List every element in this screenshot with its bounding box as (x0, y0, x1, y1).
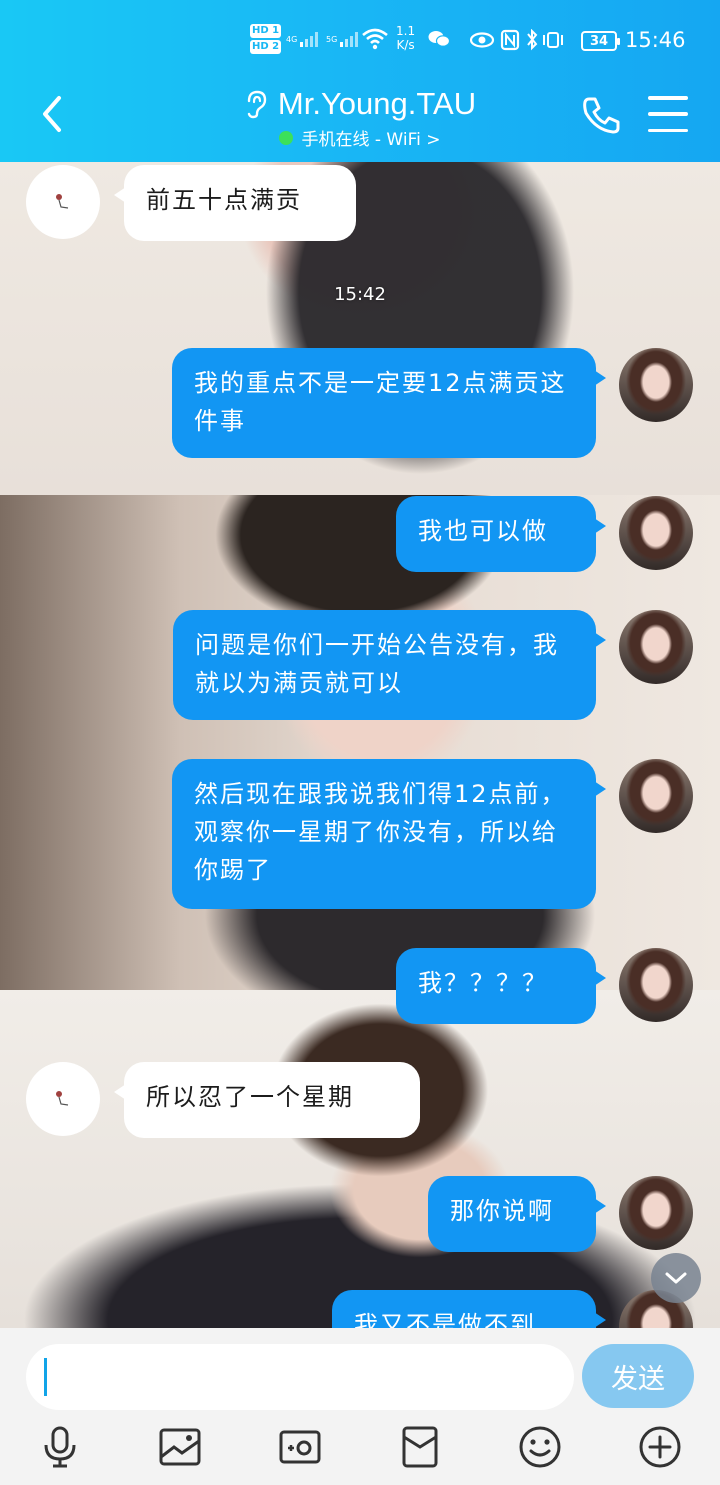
message-bubble[interactable]: 所以忍了一个星期 (114, 1062, 420, 1138)
chat-header: HD 1 HD 2 4G 5G 1.1 K/s 34 15:46 Mr.Youn… (0, 0, 720, 162)
rose-icon (56, 1091, 69, 1106)
chat-message-list[interactable]: 前五十点满贡 15:42 我的重点不是一定要12点满贡这件事 我也可以做 问题是… (0, 162, 720, 1328)
system-status-icons (470, 29, 580, 51)
emoji-button[interactable] (517, 1424, 563, 1470)
my-avatar[interactable] (619, 1176, 693, 1250)
wechat-icon (428, 30, 450, 48)
message-bubble[interactable]: 前五十点满贡 (114, 165, 356, 241)
message-bubble[interactable]: 问题是你们一开始公告没有，我就以为满贡就可以 (173, 610, 606, 720)
online-status-text[interactable]: 手机在线 - WiFi > (301, 125, 440, 150)
red-packet-button[interactable] (397, 1424, 443, 1470)
image-icon (159, 1428, 201, 1466)
online-status-dot (279, 130, 294, 145)
signal-icon-2: 5G (326, 30, 361, 48)
menu-line (648, 128, 688, 132)
message-bubble[interactable]: 我？？？？ (396, 948, 606, 1024)
plus-icon (639, 1426, 681, 1468)
battery-icon: 34 (581, 31, 620, 51)
sim1-badge: HD 1 (250, 24, 282, 38)
phone-icon (583, 97, 620, 134)
wifi-icon (362, 28, 388, 50)
message-bubble[interactable]: 我又不是做不到 (332, 1290, 606, 1328)
message-input[interactable] (26, 1344, 574, 1410)
contact-name: Mr.Young.TAU (277, 86, 477, 121)
chat-wallpaper (0, 990, 720, 1328)
message-bubble[interactable]: 那你说啊 (428, 1176, 606, 1252)
text-caret (44, 1358, 47, 1396)
camera-icon (279, 1430, 321, 1464)
mic-icon (44, 1426, 76, 1468)
signal-icon: 4G (286, 30, 321, 48)
red-packet-icon (402, 1426, 438, 1468)
chevron-down-icon (665, 1272, 687, 1284)
emoji-icon (519, 1426, 561, 1468)
my-avatar[interactable] (619, 610, 693, 684)
contact-avatar[interactable] (26, 1062, 100, 1136)
battery-level: 34 (589, 33, 609, 49)
rose-icon (56, 194, 69, 209)
contact-avatar[interactable] (26, 165, 100, 239)
send-button[interactable]: 发送 (582, 1344, 694, 1408)
status-bar: HD 1 HD 2 4G 5G 1.1 K/s 34 15:46 (0, 22, 720, 62)
net2-label: 5G (326, 34, 338, 44)
chat-wallpaper (0, 495, 720, 990)
net1-label: 4G (286, 34, 298, 44)
my-avatar[interactable] (619, 948, 693, 1022)
status-time: 15:46 (625, 28, 686, 52)
speed-unit: K/s (396, 38, 415, 52)
my-avatar[interactable] (619, 496, 693, 570)
sim2-badge: HD 2 (250, 40, 282, 54)
my-avatar[interactable] (619, 759, 693, 833)
menu-button[interactable] (648, 96, 688, 132)
message-bubble[interactable]: 我的重点不是一定要12点满贡这件事 (172, 348, 606, 458)
photo-button[interactable] (157, 1424, 203, 1470)
camera-button[interactable] (277, 1424, 323, 1470)
my-avatar[interactable] (619, 348, 693, 422)
message-composer: 发送 (0, 1328, 720, 1485)
voice-button[interactable] (37, 1424, 83, 1470)
speed-value: 1.1 (396, 24, 416, 38)
menu-line (648, 96, 688, 100)
scroll-to-bottom-button[interactable] (651, 1253, 701, 1303)
ear-icon (247, 90, 267, 119)
network-speed: 1.1 K/s (396, 24, 415, 52)
more-button[interactable] (637, 1424, 683, 1470)
message-timestamp: 15:42 (334, 284, 386, 305)
sim-indicator: HD 1 HD 2 (250, 24, 282, 56)
message-bubble[interactable]: 然后现在跟我说我们得12点前，观察你一星期了你没有，所以给你踢了 (172, 759, 606, 909)
message-bubble[interactable]: 我也可以做 (396, 496, 606, 572)
menu-line (648, 112, 688, 116)
phone-call-button[interactable] (580, 94, 622, 136)
